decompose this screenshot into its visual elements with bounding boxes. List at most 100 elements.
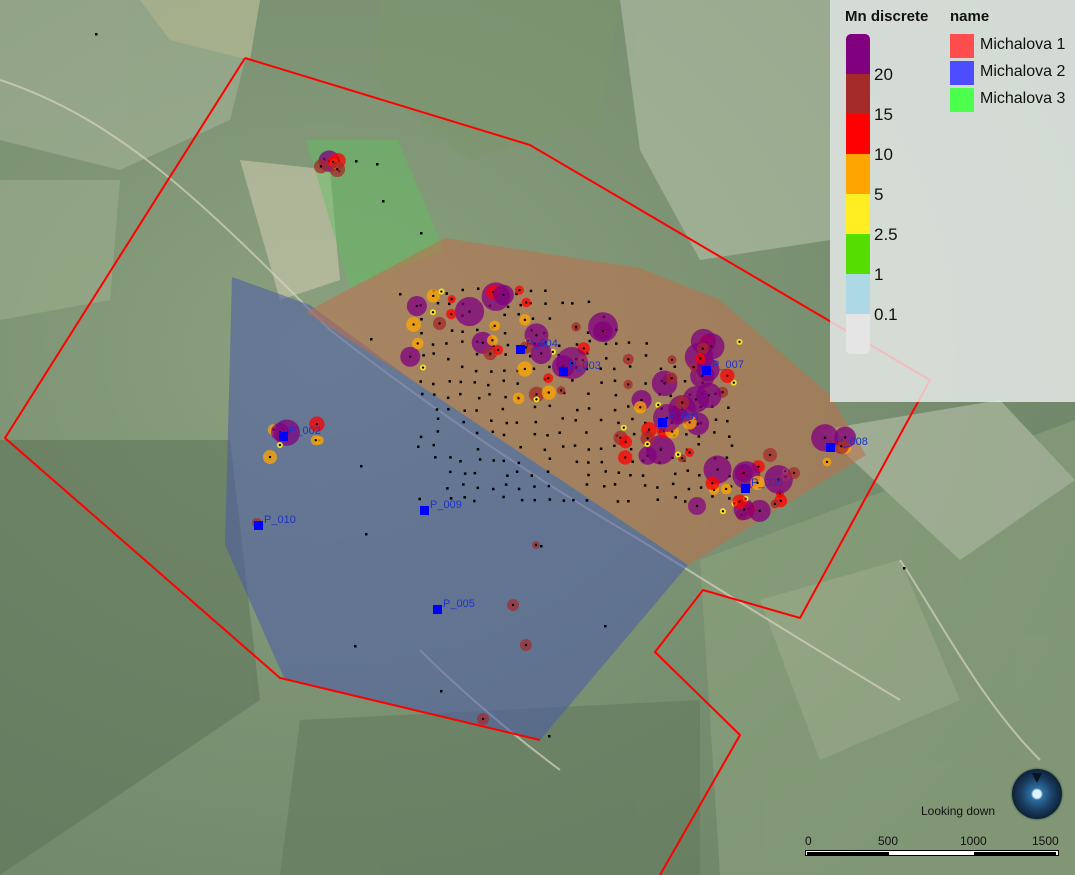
sample-point (529, 289, 533, 293)
sample-center (647, 428, 651, 431)
station-marker[interactable] (826, 443, 835, 452)
sample-point (476, 328, 479, 332)
sample-center (640, 398, 643, 402)
michalova-3-label: Michalova 3 (980, 90, 1066, 107)
sample-point (476, 287, 480, 290)
sample-center (523, 318, 527, 322)
sample-point (532, 367, 536, 371)
sample-point (613, 367, 616, 371)
sample-point (627, 341, 631, 344)
michalova-1-label: Michalova 1 (980, 36, 1066, 53)
sample-center (450, 312, 453, 316)
sample-point (433, 393, 436, 396)
sample-point (355, 160, 358, 163)
sample-point (473, 381, 477, 384)
station-label: P_006 (751, 477, 783, 489)
sample-center (695, 504, 699, 508)
sample-center (646, 442, 649, 446)
station-marker[interactable] (433, 605, 442, 614)
sample-point (604, 625, 607, 628)
station-marker[interactable] (559, 367, 568, 376)
sample-point (504, 353, 507, 356)
ramp-label-5: 5 (874, 185, 884, 204)
sample-point (714, 418, 718, 422)
michalova-2-label: Michalova 2 (980, 63, 1066, 80)
scale-label-500: 500 (878, 834, 899, 848)
sample-point (432, 382, 435, 386)
sample-center (574, 325, 578, 329)
ramp-class-0-1 (846, 274, 870, 314)
sample-point (673, 472, 677, 476)
sample-point (473, 499, 476, 503)
view-mode-label: Looking down (921, 804, 996, 818)
sample-center (670, 376, 673, 380)
sample-center (493, 324, 496, 328)
scale-label-1000: 1000 (960, 834, 987, 848)
name-legend-title: name (950, 8, 990, 25)
ramp-class-1 (846, 234, 870, 274)
sample-point (571, 302, 574, 305)
station-label: P_009 (430, 499, 462, 511)
sample-point (641, 474, 645, 477)
sample-point (449, 456, 452, 459)
sample-center (742, 471, 746, 475)
sample-center (624, 440, 627, 444)
sample-point (417, 445, 420, 449)
sample-center (421, 366, 425, 369)
ramp-label-15: 15 (874, 105, 893, 124)
sample-center (743, 508, 746, 511)
sample-point (420, 331, 423, 335)
ramp-label-10: 10 (874, 145, 893, 164)
sample-point (615, 342, 618, 345)
sample-center (314, 439, 318, 442)
station-marker[interactable] (702, 366, 711, 375)
sample-point (519, 445, 522, 449)
sample-point (461, 340, 464, 343)
sample-center (659, 448, 662, 452)
sample-point (473, 471, 477, 475)
sample-point (685, 433, 688, 436)
station-marker[interactable] (279, 432, 288, 441)
sample-center (711, 482, 714, 485)
sample-point (435, 408, 439, 411)
sample-point (561, 445, 565, 448)
sample-point (697, 443, 700, 446)
station-marker[interactable] (420, 506, 429, 515)
station-marker[interactable] (516, 345, 525, 354)
sample-center (680, 457, 684, 460)
compass-icon[interactable] (1012, 769, 1062, 819)
sample-point (656, 486, 659, 489)
sample-center (582, 347, 585, 350)
sample-center (823, 436, 827, 440)
sample-point (459, 392, 462, 396)
michalova-1-swatch (950, 34, 974, 58)
sample-point (459, 380, 463, 384)
sample-center (468, 310, 471, 313)
sample-point (546, 434, 549, 437)
sample-center (535, 398, 538, 401)
sample-point (587, 407, 591, 410)
sample-center (450, 297, 453, 301)
sample-center (518, 288, 521, 292)
sample-point (365, 533, 368, 536)
sample-point (587, 473, 590, 477)
sample-point (613, 408, 617, 412)
station-label: P_003 (569, 360, 601, 372)
sample-center (278, 443, 282, 447)
sample-point (585, 483, 589, 486)
sample-point (587, 392, 590, 396)
sample-point (627, 499, 630, 503)
sample-point (463, 409, 467, 412)
ramp-label-0-1: 0.1 (874, 305, 898, 324)
sample-point (502, 379, 505, 382)
sample-point (544, 289, 547, 293)
station-marker[interactable] (254, 521, 263, 530)
ramp-class-10 (846, 114, 870, 154)
station-marker[interactable] (741, 484, 750, 493)
sample-center (432, 294, 435, 298)
ramp-label-20: 20 (874, 65, 893, 84)
sample-point (504, 395, 507, 399)
sample-center (663, 382, 666, 385)
station-marker[interactable] (658, 418, 667, 427)
sample-point (459, 460, 462, 463)
